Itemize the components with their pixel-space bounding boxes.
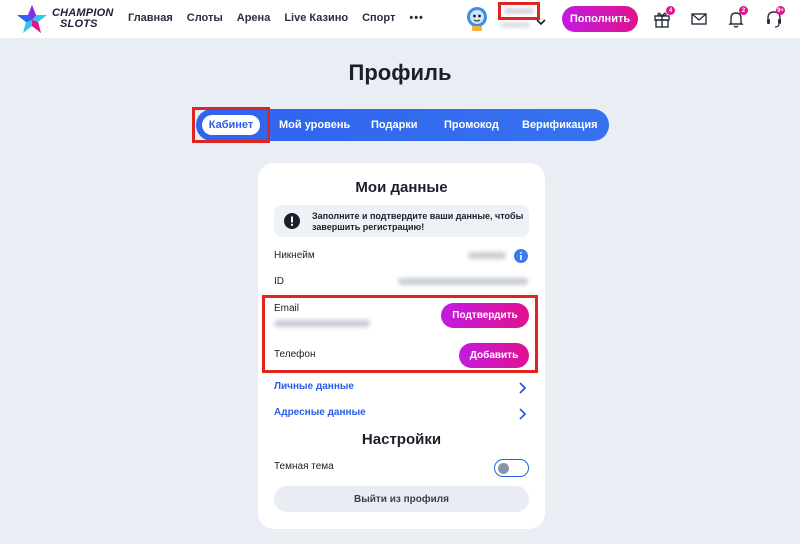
confirm-email-button[interactable]: Подтвердить [441, 303, 529, 328]
chevron-down-icon[interactable] [536, 17, 546, 27]
chevron-right-icon [519, 408, 527, 420]
support-badge: 9+ [776, 6, 785, 15]
chevron-right-icon [519, 382, 527, 394]
id-label: ID [274, 276, 284, 287]
tab-promocode[interactable]: Промокод [444, 109, 499, 141]
nav-item-slots[interactable]: Слоты [187, 12, 223, 24]
tab-my-level[interactable]: Мой уровень [279, 109, 350, 141]
active-tab-highlight [192, 107, 270, 143]
notifications-badge: 2 [739, 6, 748, 15]
star-logo-icon [17, 5, 47, 33]
dark-theme-label: Темная тема [274, 461, 334, 472]
gift-badge: 4 [666, 6, 675, 15]
main-nav: Главная Слоты Арена Live Казино Спорт ••… [128, 12, 424, 24]
personal-data-link[interactable]: Личные данные [274, 381, 529, 395]
level-avatar-icon[interactable] [466, 6, 488, 32]
mail-icon[interactable] [689, 9, 709, 29]
dark-theme-toggle[interactable] [494, 459, 529, 477]
nav-item-arena[interactable]: Арена [237, 12, 271, 24]
address-data-link[interactable]: Адресные данные [274, 407, 529, 421]
nickname-value-hidden [468, 252, 506, 259]
exclamation-icon [284, 213, 300, 229]
nav-item-sport[interactable]: Спорт [362, 12, 395, 24]
notice-text: Заполните и подтвердите ваши данные, что… [312, 211, 524, 232]
nickname-label: Никнейм [274, 250, 315, 261]
id-value-hidden [398, 278, 528, 285]
my-data-card: Мои данные Заполните и подтвердите ваши … [258, 163, 545, 529]
personal-data-label: Личные данные [274, 381, 354, 392]
address-data-label: Адресные данные [274, 407, 366, 418]
more-menu-icon[interactable]: ••• [409, 12, 424, 24]
info-icon[interactable] [514, 249, 528, 263]
logo[interactable]: CHAMPION SLOTS [16, 4, 114, 34]
logo-line-2: SLOTS [60, 18, 98, 30]
balance-hidden [500, 22, 530, 28]
tab-verification[interactable]: Верификация [522, 109, 598, 141]
email-label: Email [274, 303, 300, 314]
top-header: CHAMPION SLOTS Главная Слоты Арена Live … [0, 0, 800, 38]
add-phone-button[interactable]: Добавить [459, 343, 529, 368]
deposit-button[interactable]: Пополнить [562, 6, 638, 32]
tab-gifts[interactable]: Подарки [371, 109, 418, 141]
nav-item-live-casino[interactable]: Live Казино [284, 12, 348, 24]
registration-notice: Заполните и подтвердите ваши данные, что… [274, 205, 529, 237]
settings-title: Настройки [361, 431, 442, 448]
card-title: Мои данные [355, 179, 448, 196]
phone-label: Телефон [274, 349, 316, 360]
nav-item-home[interactable]: Главная [128, 12, 173, 24]
user-menu-highlight[interactable] [498, 2, 540, 20]
toggle-knob [498, 462, 509, 474]
email-value-hidden [274, 320, 370, 327]
page-title: Профиль [348, 60, 452, 85]
logout-button[interactable]: Выйти из профиля [274, 486, 529, 512]
